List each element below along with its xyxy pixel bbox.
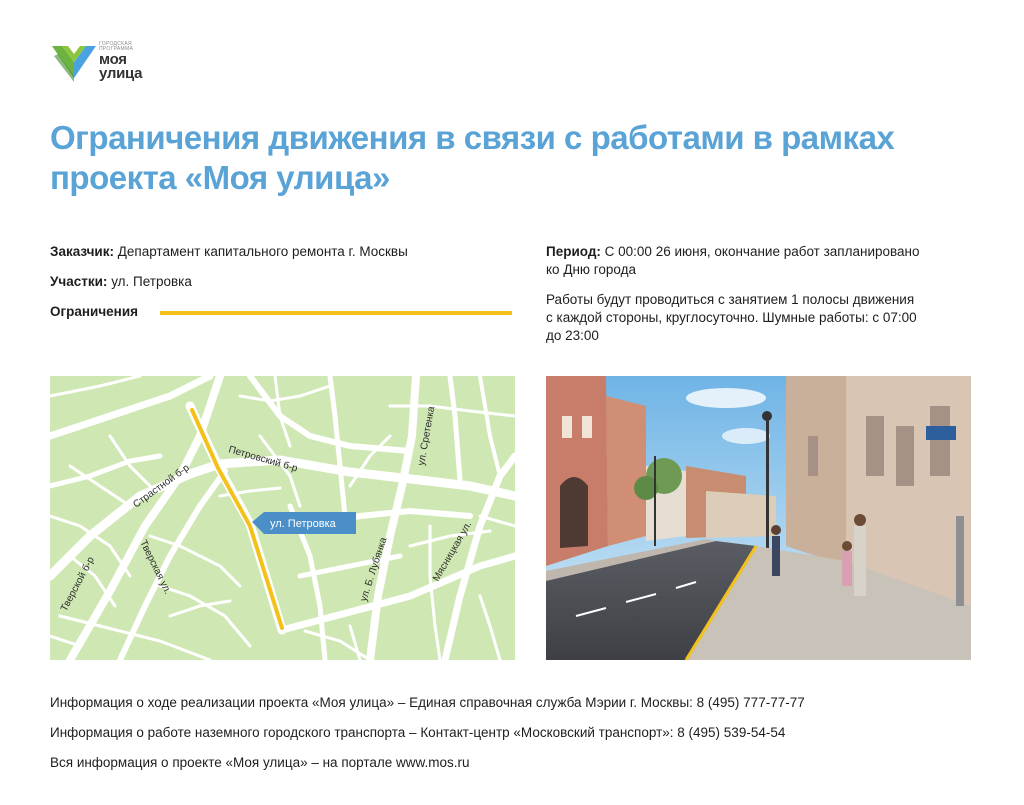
page-title: Ограничения движения в связи с работами …	[50, 119, 895, 196]
customer-row: Заказчик: Департамент капитального ремон…	[50, 244, 408, 259]
petrovka-callout-label: ул. Петровка	[270, 518, 337, 530]
restriction-legend-line	[160, 311, 512, 315]
footer-info-transport: Информация о работе наземного городского…	[50, 725, 786, 740]
street-visualization-image	[546, 376, 971, 660]
logo-name: моя улица	[99, 51, 143, 82]
sections-row: Участки: ул. Петровка	[50, 274, 192, 289]
petrovka-callout: ул. Петровка	[252, 512, 356, 534]
works-block: Работы будут проводиться с занятием 1 по…	[546, 292, 917, 343]
logo-mark-icon	[52, 46, 96, 82]
street-map-graphic: ул. Петровка Петровский б-р Страстной б-…	[50, 376, 515, 660]
restrictions-label: Ограничения	[50, 304, 139, 319]
footer-info-portal: Вся информация о проекте «Моя улица» – н…	[50, 755, 470, 770]
period-block: Период: С 00:00 26 июня, окончание работ…	[546, 244, 920, 277]
footer-info-city: Информация о ходе реализации проекта «Мо…	[50, 695, 805, 710]
street-rendering	[546, 376, 971, 660]
street-map: ул. Петровка Петровский б-р Страстной б-…	[50, 376, 515, 660]
logo: Городская программа моя улица	[52, 40, 172, 86]
